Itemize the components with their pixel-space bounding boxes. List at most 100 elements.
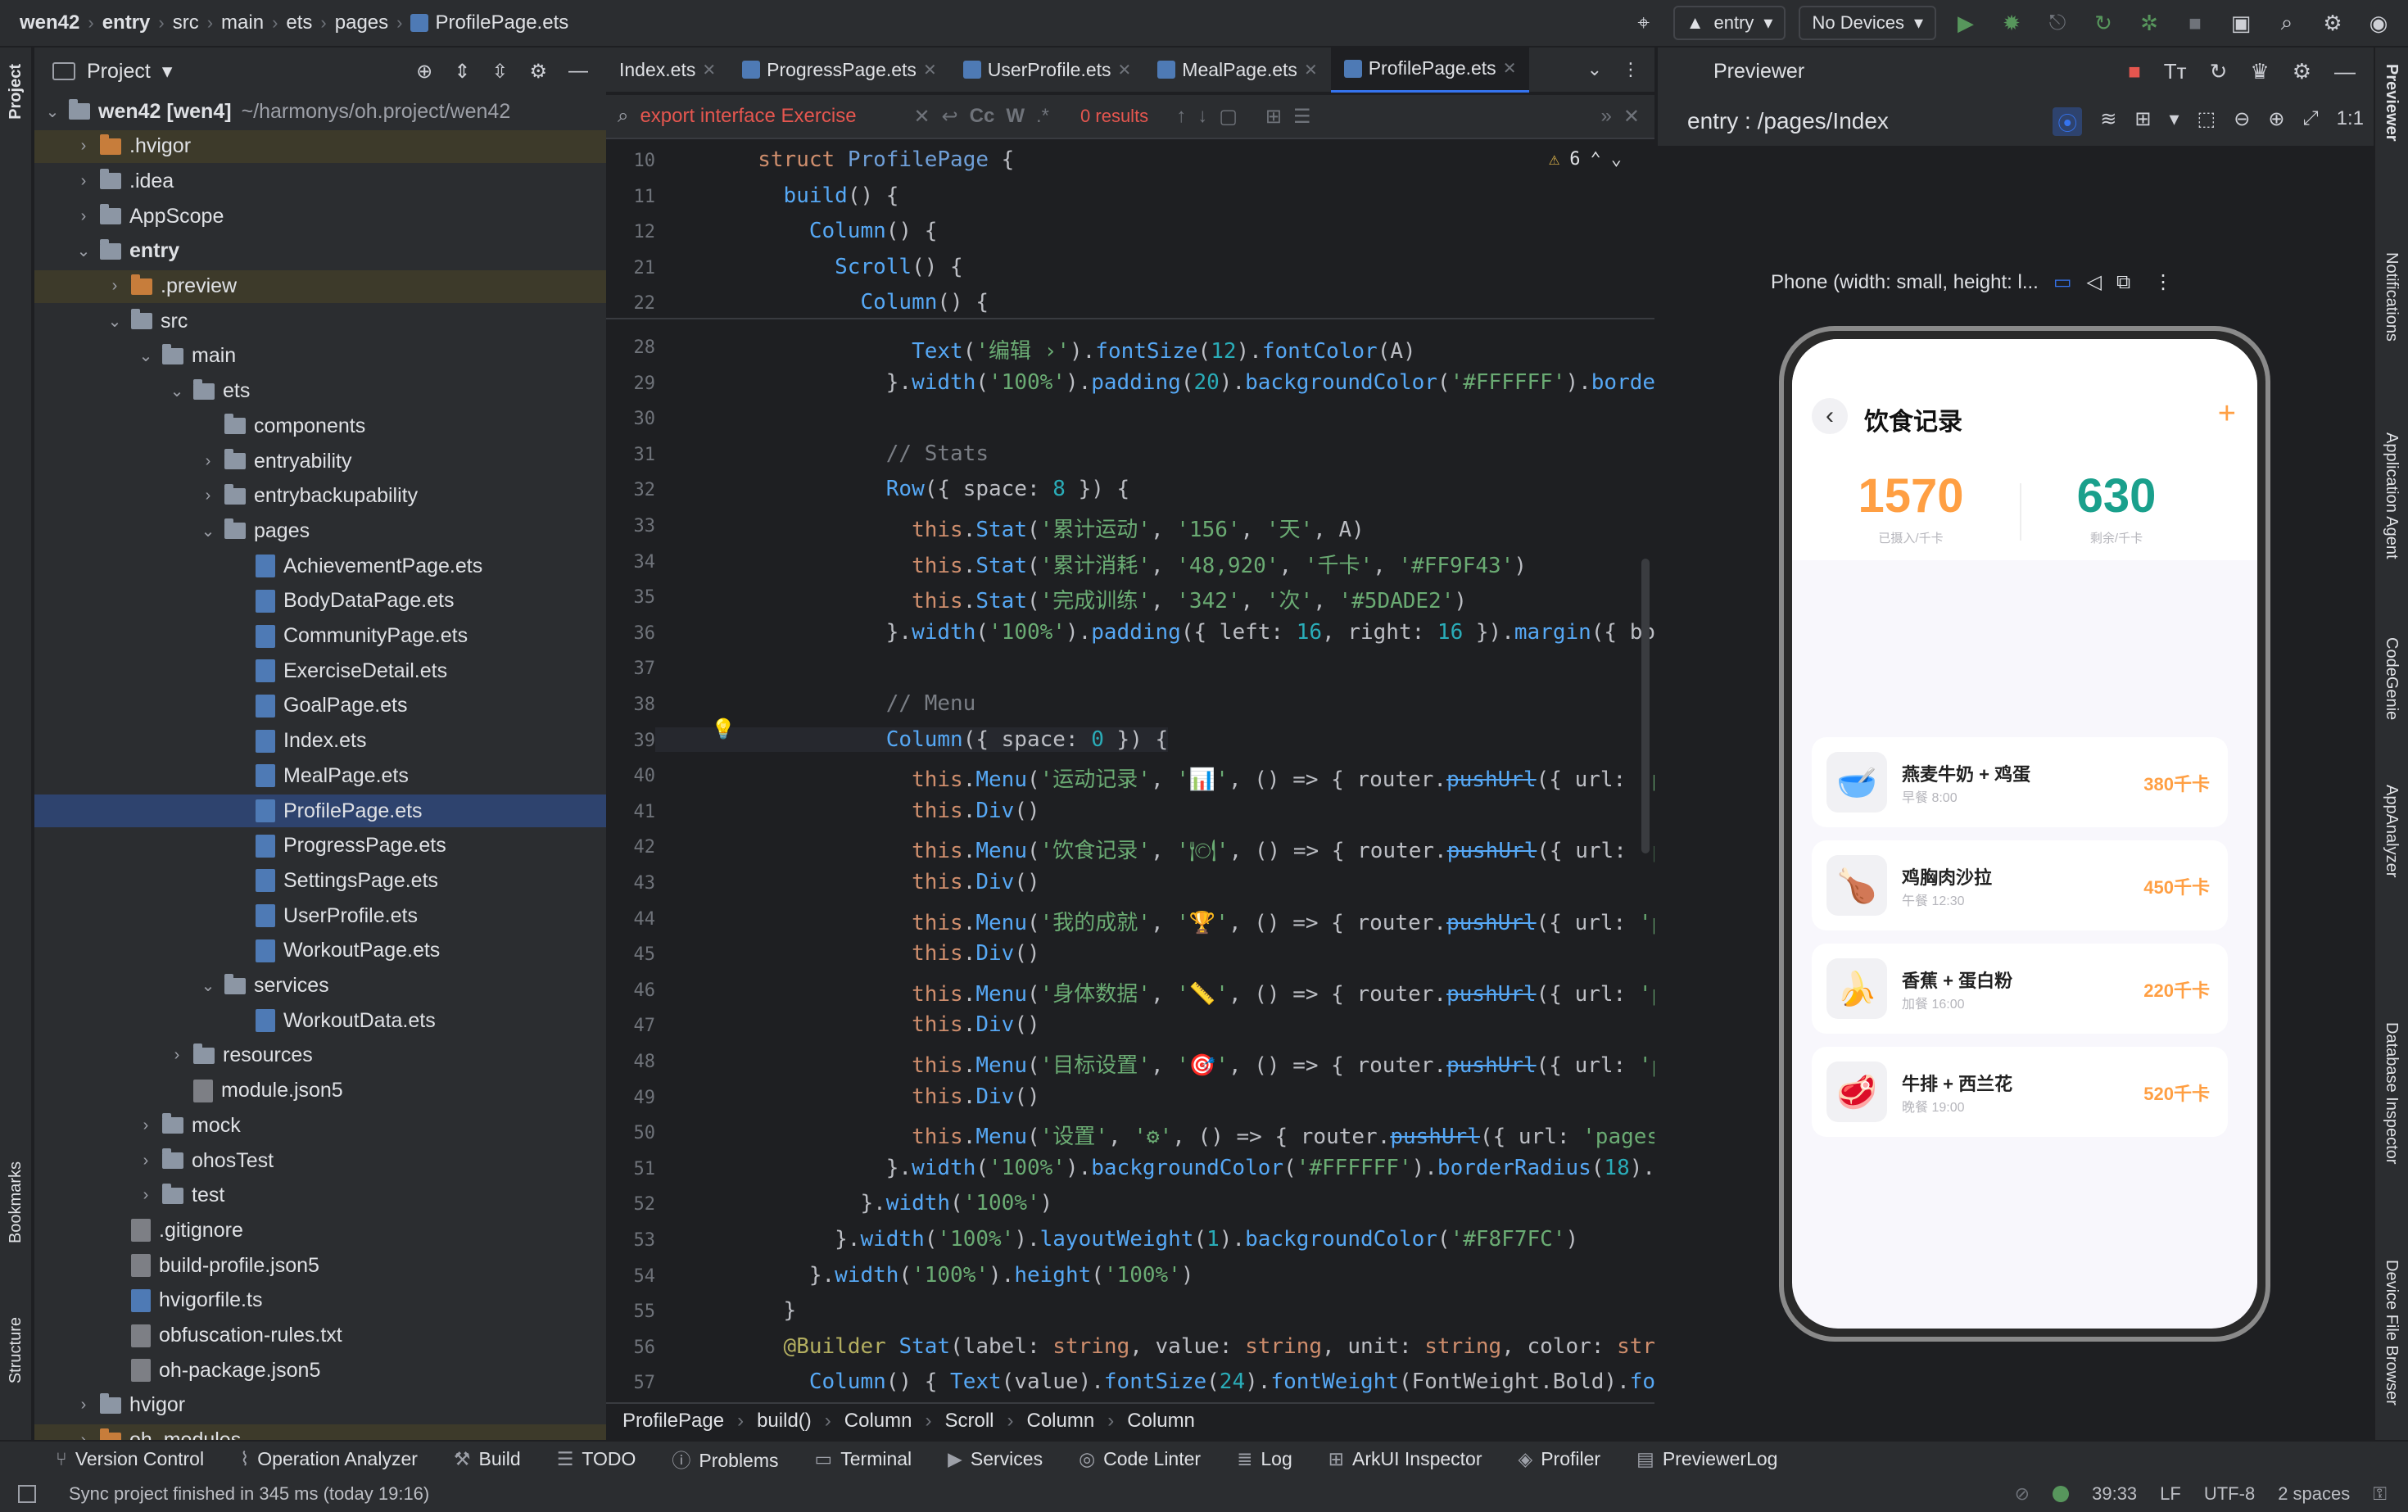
select-all-icon[interactable]: ▢: [1219, 105, 1238, 129]
tool-window-button[interactable]: ☰ TODO: [557, 1448, 636, 1470]
meal-card[interactable]: 🥩 牛排 + 西兰花 晚餐 19:00 520千卡: [1812, 1047, 2228, 1137]
tree-item[interactable]: › hvigor: [34, 1389, 606, 1422]
tree-item[interactable]: ⌄ services: [34, 970, 606, 1003]
toggle-panels-icon[interactable]: [18, 1485, 36, 1503]
code-line[interactable]: this.Div(): [655, 1012, 1040, 1037]
code-line[interactable]: this.Div(): [655, 941, 1040, 966]
font-size-icon[interactable]: Tт: [2164, 59, 2187, 84]
tree-item[interactable]: ⌄ src: [34, 305, 606, 337]
chevron-down-icon[interactable]: ⌄: [136, 346, 156, 366]
line-separator[interactable]: LF: [2160, 1483, 2181, 1505]
tool-window-button[interactable]: ⑂ Version Control: [56, 1448, 204, 1470]
filter-icon[interactable]: ⊞: [1265, 105, 1282, 129]
breadcrumb-item[interactable]: build(): [757, 1410, 812, 1433]
tree-item[interactable]: BodyDataPage.ets: [34, 585, 606, 618]
tree-item[interactable]: › ohosTest: [34, 1144, 606, 1177]
codegenie-tool-button[interactable]: CodeGenie: [2382, 637, 2401, 720]
tree-item[interactable]: › entrybackupability: [34, 480, 606, 513]
tree-item[interactable]: oh-package.json5: [34, 1354, 606, 1387]
file-encoding[interactable]: UTF-8: [2204, 1483, 2255, 1505]
zoom-out-icon[interactable]: ⊖: [2234, 107, 2250, 136]
target-icon[interactable]: ⌖: [1627, 7, 1660, 39]
more-icon[interactable]: »: [1601, 105, 1612, 128]
hide-icon[interactable]: —: [2334, 59, 2356, 84]
multi-device-icon[interactable]: ⧉: [2116, 271, 2130, 294]
power-save-icon[interactable]: ⊘: [2015, 1483, 2030, 1505]
code-line[interactable]: // Menu: [655, 691, 976, 716]
code-editor[interactable]: 10 struct ProfilePage {11 build() {12 Co…: [606, 141, 1654, 1419]
back-button[interactable]: ‹: [1812, 398, 1848, 434]
meal-card[interactable]: 🍗 鸡胸肉沙拉 午餐 12:30 450千卡: [1812, 840, 2228, 930]
apply-changes-icon[interactable]: ↻: [2087, 7, 2120, 39]
tree-item[interactable]: Index.ets: [34, 725, 606, 758]
project-tool-button[interactable]: Project: [7, 64, 25, 120]
crumb-file[interactable]: ProfilePage.ets: [435, 11, 568, 34]
tree-item[interactable]: components: [34, 410, 606, 442]
expand-all-icon[interactable]: ⇕: [454, 60, 470, 84]
crumb-ets[interactable]: ets: [286, 11, 312, 34]
appanalyzer-tool-button[interactable]: AppAnalyzer: [2382, 785, 2401, 877]
tree-item[interactable]: ⌄ entry: [34, 235, 606, 268]
tool-window-button[interactable]: ⚒ Build: [454, 1448, 521, 1470]
whole-word-toggle[interactable]: W: [1006, 105, 1025, 128]
match-case-toggle[interactable]: Cc: [970, 105, 995, 128]
close-icon[interactable]: ✕: [1118, 60, 1132, 80]
tree-item[interactable]: UserProfile.ets: [34, 899, 606, 932]
code-line[interactable]: Text('编辑 ›').fontSize(12).fontColor(A): [655, 334, 1416, 364]
code-line[interactable]: struct ProfilePage {: [655, 147, 1014, 172]
code-line[interactable]: [655, 655, 758, 680]
layers-icon[interactable]: ≋: [2100, 107, 2116, 136]
add-meal-button[interactable]: +: [2218, 396, 2236, 432]
crumb-entry[interactable]: entry: [102, 11, 151, 34]
tree-item[interactable]: AchievementPage.ets: [34, 550, 606, 582]
code-line[interactable]: this.Menu('设置', '⚙', () => { router.push…: [655, 1120, 1654, 1150]
locate-icon[interactable]: ⊕: [416, 60, 432, 84]
stop-preview-icon[interactable]: ■: [2128, 59, 2141, 84]
tree-item[interactable]: SettingsPage.ets: [34, 864, 606, 897]
inspector-icon[interactable]: ♛: [2250, 59, 2269, 84]
chevron-right-icon[interactable]: ›: [136, 1116, 156, 1135]
tool-window-button[interactable]: ⓘ Problems: [672, 1445, 778, 1473]
tree-item[interactable]: › .hvigor: [34, 129, 606, 163]
tree-item[interactable]: CommunityPage.ets: [34, 620, 606, 653]
code-line[interactable]: }.width('100%').backgroundColor('#FFFFFF…: [655, 1156, 1654, 1180]
close-icon[interactable]: ✕: [702, 60, 716, 80]
fit-icon[interactable]: ⤢: [2302, 107, 2318, 136]
tree-item[interactable]: ⌄ wen42 [wen4] ~/harmonys/oh.project/wen42: [34, 95, 606, 128]
chevron-down-icon[interactable]: ⌄: [198, 976, 218, 996]
breadcrumb-item[interactable]: Column: [1127, 1410, 1195, 1433]
tree-item[interactable]: ProgressPage.ets: [34, 830, 606, 862]
chevron-down-icon[interactable]: ⌄: [198, 521, 218, 541]
tool-window-button[interactable]: ≣ Log: [1237, 1448, 1292, 1470]
chevron-down-icon[interactable]: ▾: [162, 59, 173, 84]
previewer-tool-button[interactable]: Previewer: [2382, 64, 2401, 142]
meal-card[interactable]: 🥣 燕麦牛奶 + 鸡蛋 早餐 8:00 380千卡: [1812, 737, 2228, 827]
tree-item[interactable]: › test: [34, 1179, 606, 1212]
code-line[interactable]: // Stats: [655, 441, 989, 466]
chevron-right-icon[interactable]: ›: [136, 1152, 156, 1170]
breadcrumb-item[interactable]: Column: [844, 1410, 912, 1433]
chevron-down-icon[interactable]: ⌄: [105, 311, 124, 332]
code-line[interactable]: Column() {: [655, 290, 989, 315]
database-inspector-tool-button[interactable]: Database Inspector: [2382, 1022, 2401, 1164]
tree-item[interactable]: ProfilePage.ets: [34, 794, 606, 827]
project-view-select[interactable]: Project: [87, 60, 151, 84]
editor-tab[interactable]: Index.ets ✕: [606, 47, 729, 93]
crumb-main[interactable]: main: [221, 11, 264, 34]
crumb-src[interactable]: src: [173, 11, 199, 34]
chevron-down-icon[interactable]: ⌄: [167, 381, 187, 401]
tool-window-button[interactable]: ⌇ Operation Analyzer: [240, 1448, 418, 1470]
breadcrumb-item[interactable]: ProfilePage: [622, 1410, 724, 1433]
code-line[interactable]: }: [655, 1298, 797, 1323]
attach-debugger-icon[interactable]: ⎋: [2041, 7, 2074, 39]
code-line[interactable]: this.Menu('饮食记录', '🍽', () => { router.pu…: [655, 834, 1654, 864]
code-line[interactable]: this.Stat('累计消耗', '48,920', '千卡', '#FF9F…: [655, 549, 1527, 579]
notifications-tool-button[interactable]: Notifications: [2382, 252, 2401, 342]
tree-item[interactable]: build-profile.json5: [34, 1249, 606, 1282]
inspection-widget[interactable]: ⚠ 6 ⌃ ⌄: [1549, 149, 1622, 170]
refresh-icon[interactable]: ↻: [2210, 59, 2228, 84]
more-vertical-icon[interactable]: ⋮: [1622, 59, 1640, 80]
crumb-pages[interactable]: pages: [335, 11, 388, 34]
grid-icon[interactable]: ⊞: [2134, 107, 2151, 136]
search-icon[interactable]: ⌕: [2270, 7, 2303, 39]
